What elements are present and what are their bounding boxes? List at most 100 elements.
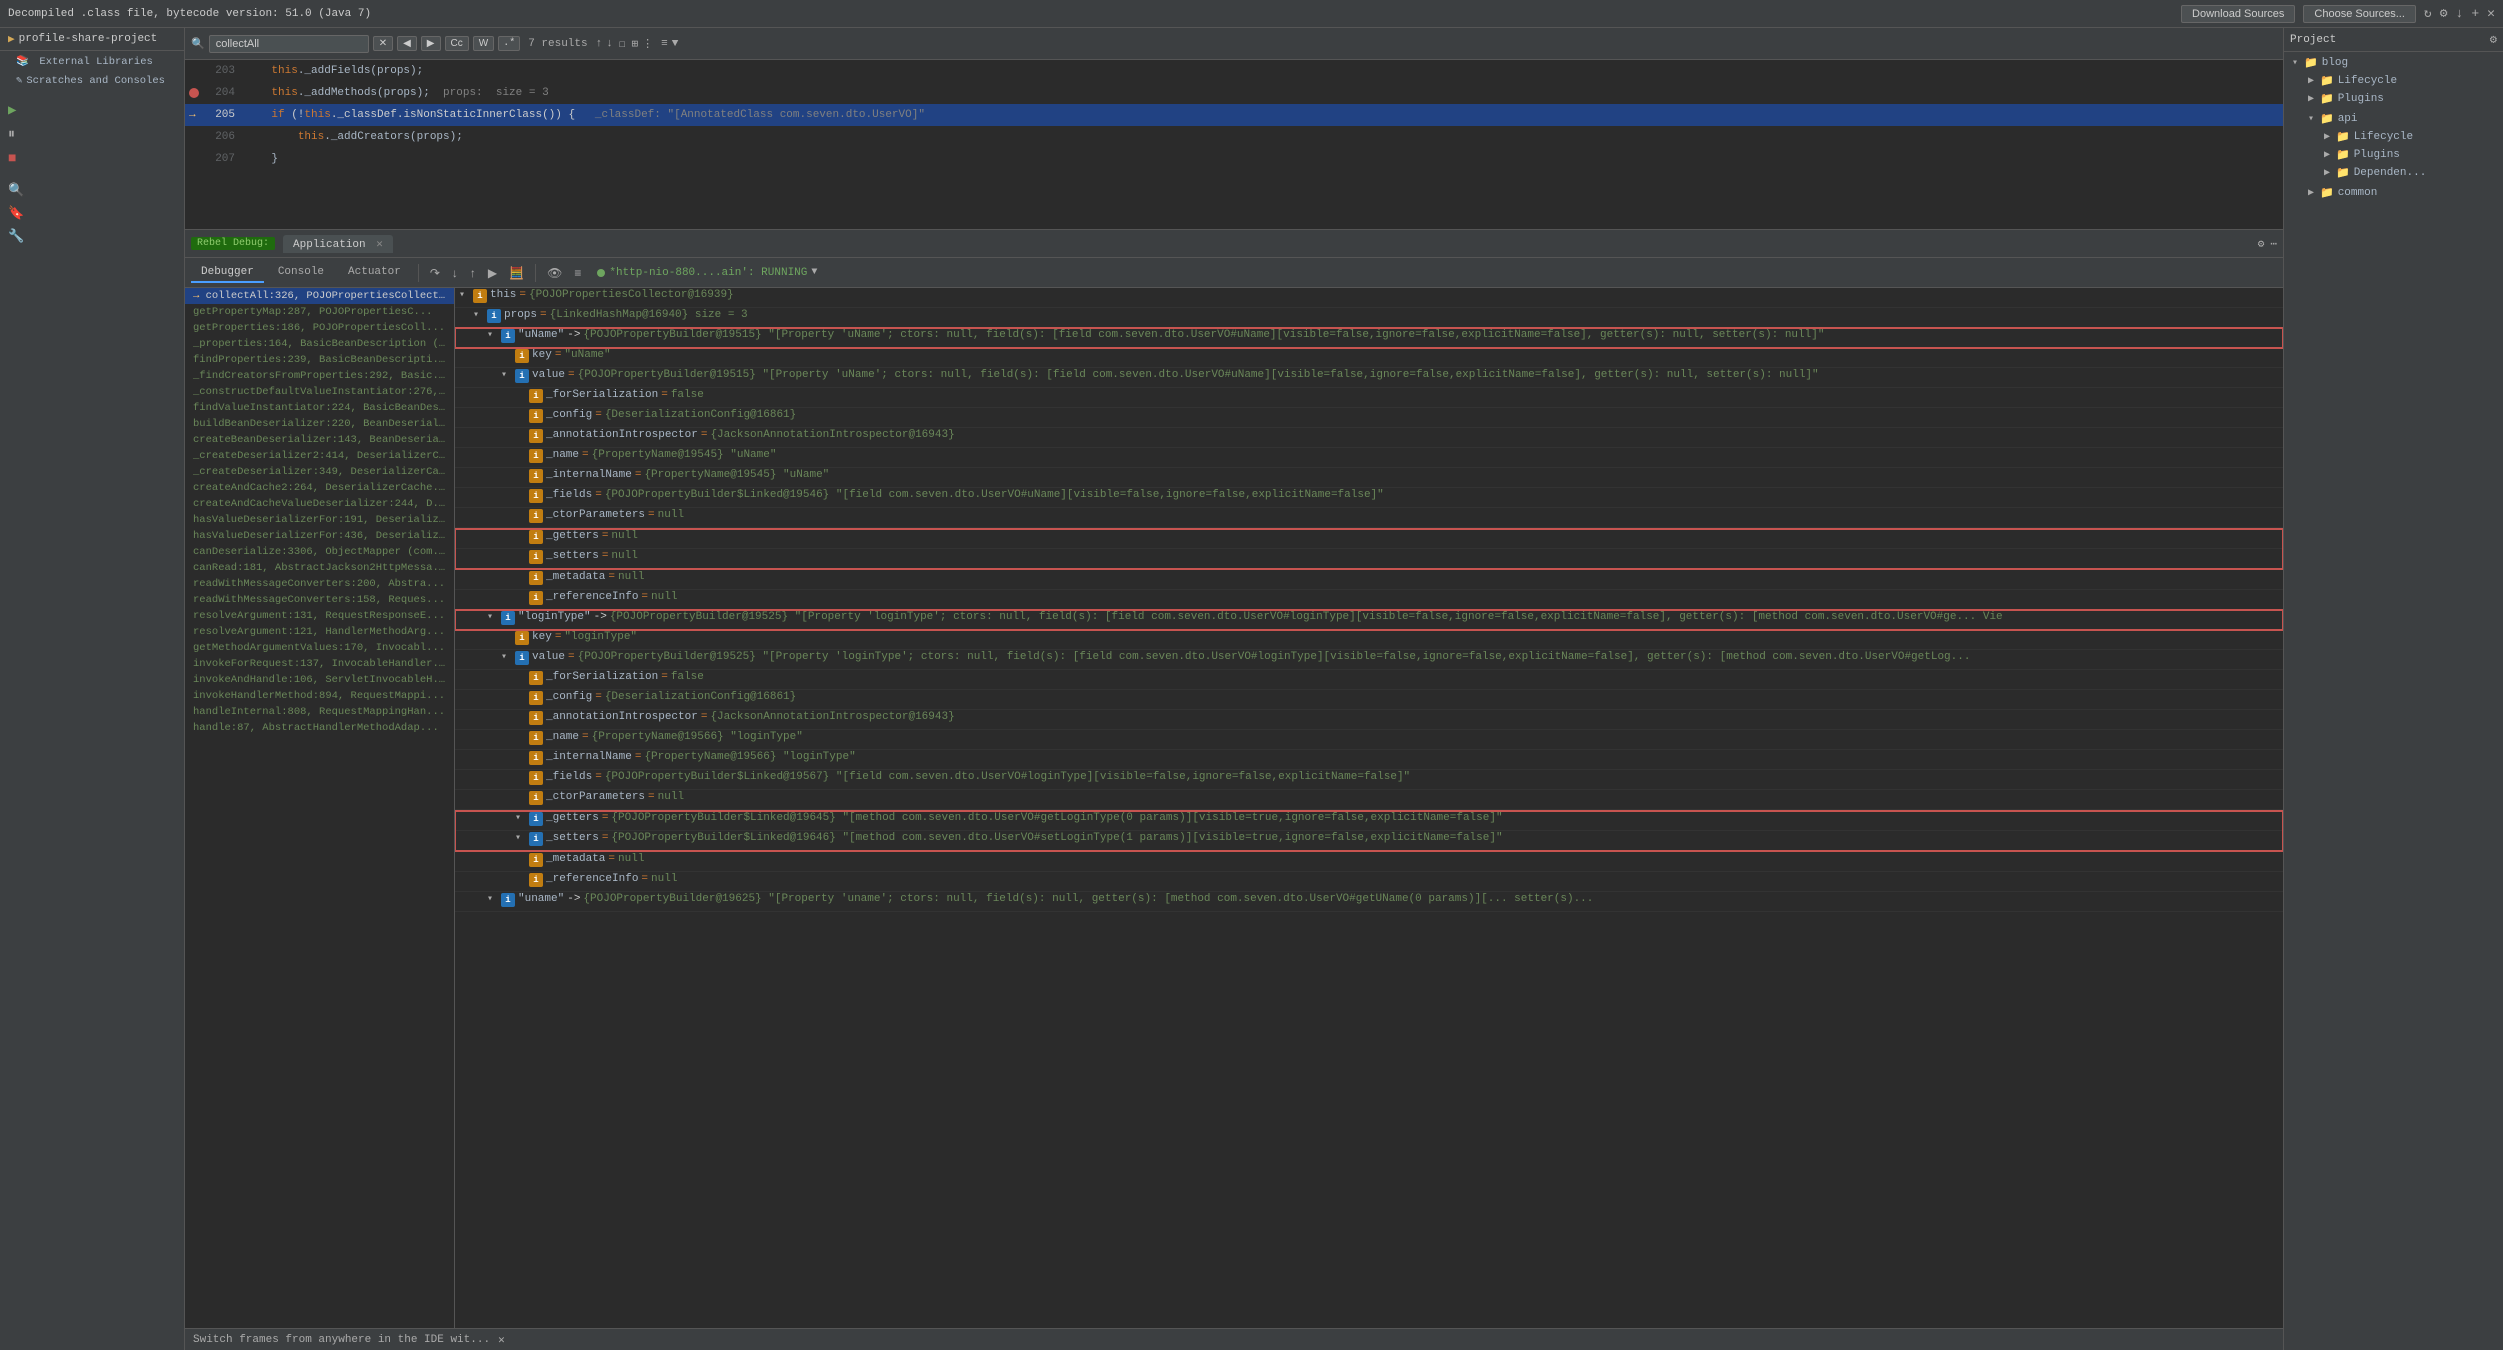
- frame-1[interactable]: getPropertyMap:287, POJOPropertiesC...: [185, 304, 454, 320]
- application-tab[interactable]: Application ✕: [283, 235, 393, 253]
- var-row-annotation2[interactable]: i _annotationIntrospector = {JacksonAnno…: [455, 710, 2283, 730]
- frame-27[interactable]: handle:87, AbstractHandlerMethodAdap...: [185, 720, 454, 736]
- frame-23[interactable]: invokeForRequest:137, InvocableHandler..…: [185, 656, 454, 672]
- filter-icon-run[interactable]: ▼: [811, 267, 817, 278]
- frame-21[interactable]: resolveArgument:121, HandlerMethodArg...: [185, 624, 454, 640]
- left-debug-icon-pause[interactable]: ⏸: [0, 123, 184, 147]
- var-row-logintype-val[interactable]: ▾ i value = {POJOPropertyBuilder@19525} …: [455, 650, 2283, 670]
- var-row-metadata[interactable]: i _metadata = null: [455, 570, 2283, 590]
- left-debug-icon-run[interactable]: ▶: [0, 98, 184, 123]
- expand-props[interactable]: ▾: [473, 309, 487, 321]
- var-row-uname[interactable]: ▾ i "uName" -> {POJOPropertyBuilder@1951…: [455, 328, 2283, 348]
- breakpoint-204[interactable]: [189, 88, 199, 98]
- app-tab-close[interactable]: ✕: [376, 239, 383, 251]
- var-row-referenceinfo[interactable]: i _referenceInfo = null: [455, 590, 2283, 610]
- frame-13[interactable]: createAndCacheValueDeserializer:244, D..…: [185, 496, 454, 512]
- var-row-props[interactable]: ▾ i props = {LinkedHashMap@16940} size =…: [455, 308, 2283, 328]
- frame-15[interactable]: hasValueDeserializerFor:436, Deserializ.…: [185, 528, 454, 544]
- var-row-this[interactable]: ▾ i this = {POJOPropertiesCollector@1693…: [455, 288, 2283, 308]
- more-options-icon[interactable]: ⋮: [642, 37, 653, 51]
- search-input[interactable]: [209, 35, 369, 53]
- filter-results-icon[interactable]: ▼: [672, 38, 679, 50]
- var-row-referenceinfo-logintype[interactable]: i _referenceInfo = null: [455, 872, 2283, 892]
- var-row-ctorparams-logintype[interactable]: i _ctorParameters = null: [455, 790, 2283, 810]
- highlight-toggle[interactable]: ☐: [619, 37, 626, 51]
- left-debug-icon-stop[interactable]: ■: [0, 147, 184, 171]
- frame-3[interactable]: _properties:164, BasicBeanDescription (.…: [185, 336, 454, 352]
- download-sources-button[interactable]: Download Sources: [2181, 5, 2295, 23]
- tree-blog[interactable]: ▾ 📁 blog ▶ 📁 Lifecycle ▶ 📁 Plugins ▾ 📁 a…: [2284, 52, 2503, 204]
- choose-sources-button[interactable]: Choose Sources...: [2303, 5, 2416, 23]
- var-row-internalname-logintype[interactable]: i _internalName = {PropertyName@19566} "…: [455, 750, 2283, 770]
- frame-11[interactable]: _createDeserializer:349, DeserializerCac…: [185, 464, 454, 480]
- download-icon[interactable]: ↓: [2456, 6, 2464, 21]
- expand-setters-logintype[interactable]: ▾: [515, 832, 529, 844]
- tree-row-dependencies[interactable]: ▶ 📁 Dependen...: [2284, 164, 2503, 182]
- tree-row-blog[interactable]: ▾ 📁 blog: [2284, 54, 2503, 72]
- step-into-button[interactable]: ↓: [448, 264, 462, 282]
- frame-17[interactable]: canRead:181, AbstractJackson2HttpMessa..…: [185, 560, 454, 576]
- var-row-config2[interactable]: i _config = {DeserializationConfig@16861…: [455, 690, 2283, 710]
- expand-uname2[interactable]: ▾: [487, 893, 501, 905]
- step-out-button[interactable]: ↑: [466, 264, 480, 282]
- tree-row-api[interactable]: ▾ 📁 api: [2284, 110, 2503, 128]
- heap-button[interactable]: ≡: [570, 264, 585, 282]
- bottom-close-icon[interactable]: ✕: [498, 1333, 505, 1347]
- var-row-config[interactable]: i _config = {DeserializationConfig@16861…: [455, 408, 2283, 428]
- expand-getters-logintype[interactable]: ▾: [515, 812, 529, 824]
- frame-26[interactable]: handleInternal:808, RequestMappingHan...: [185, 704, 454, 720]
- var-row-metadata-logintype[interactable]: i _metadata = null: [455, 852, 2283, 872]
- left-debug-icon-wrench[interactable]: 🔧: [0, 225, 184, 248]
- next-match-icon[interactable]: ↓: [606, 38, 613, 50]
- expand-uname-val[interactable]: ▾: [501, 369, 515, 381]
- var-row-ctorparams[interactable]: i _ctorParameters = null: [455, 508, 2283, 528]
- var-row-name-logintype[interactable]: i _name = {PropertyName@19566} "loginTyp…: [455, 730, 2283, 750]
- prev-result-button[interactable]: ◀: [397, 36, 417, 51]
- tab-debugger[interactable]: Debugger: [191, 263, 264, 283]
- frame-10[interactable]: _createDeserializer2:414, DeserializerCa…: [185, 448, 454, 464]
- frame-7[interactable]: findValueInstantiator:224, BasicBeanDes.…: [185, 400, 454, 416]
- tab-console[interactable]: Console: [268, 263, 334, 283]
- frame-5[interactable]: _findCreatorsFromProperties:292, Basic..…: [185, 368, 454, 384]
- var-row-logintype-key[interactable]: i key = "loginType": [455, 630, 2283, 650]
- var-row-uname2[interactable]: ▾ i "uname" -> {POJOPropertyBuilder@1962…: [455, 892, 2283, 912]
- var-row-name[interactable]: i _name = {PropertyName@19545} "uName": [455, 448, 2283, 468]
- watches-button[interactable]: 👁: [543, 264, 566, 282]
- search-mode-icon[interactable]: ≡: [661, 38, 668, 50]
- var-row-fields-logintype[interactable]: i _fields = {POJOPropertyBuilder$Linked@…: [455, 770, 2283, 790]
- frame-18[interactable]: readWithMessageConverters:200, Abstra...: [185, 576, 454, 592]
- next-result-button[interactable]: ▶: [421, 36, 441, 51]
- var-row-annotation[interactable]: i _annotationIntrospector = {JacksonAnno…: [455, 428, 2283, 448]
- tab-actuator[interactable]: Actuator: [338, 263, 411, 283]
- var-row-logintype[interactable]: ▾ i "loginType" -> {POJOPropertyBuilder@…: [455, 610, 2283, 630]
- tree-row-api-lifecycle[interactable]: ▶ 📁 Lifecycle: [2284, 128, 2503, 146]
- right-sidebar-gear[interactable]: ⚙: [2490, 32, 2497, 47]
- resume-button[interactable]: ▶: [484, 264, 501, 282]
- frame-6[interactable]: _constructDefaultValueInstantiator:276,.…: [185, 384, 454, 400]
- frame-12[interactable]: createAndCache2:264, DeserializerCache..…: [185, 480, 454, 496]
- tree-row-common[interactable]: ▶ 📁 common: [2284, 184, 2503, 202]
- search-option-cc[interactable]: Cc: [445, 36, 469, 51]
- var-row-getters[interactable]: i _getters = null: [455, 529, 2283, 549]
- search-option-w[interactable]: W: [473, 36, 494, 51]
- var-row-forserialization2[interactable]: i _forSerialization = false: [455, 670, 2283, 690]
- close-search-button[interactable]: ✕: [373, 36, 393, 51]
- expand-this[interactable]: ▾: [459, 289, 473, 301]
- filter-icon[interactable]: ⊞: [631, 37, 638, 51]
- var-row-uname-key[interactable]: i key = "uName": [455, 348, 2283, 368]
- var-row-setters[interactable]: i _setters = null: [455, 549, 2283, 569]
- sidebar-item-external-libraries[interactable]: 📚 External Libraries: [0, 51, 184, 71]
- frame-0[interactable]: → collectAll:326, POJOPropertiesCollecto…: [185, 288, 454, 304]
- refresh-icon[interactable]: ↻: [2424, 6, 2432, 21]
- prev-match-icon[interactable]: ↑: [596, 38, 603, 50]
- frame-24[interactable]: invokeAndHandle:106, ServletInvocableH..…: [185, 672, 454, 688]
- add-icon[interactable]: +: [2471, 6, 2479, 21]
- frame-20[interactable]: resolveArgument:131, RequestResponseE...: [185, 608, 454, 624]
- frame-25[interactable]: invokeHandlerMethod:894, RequestMappi...: [185, 688, 454, 704]
- tree-row-api-plugins[interactable]: ▶ 📁 Plugins: [2284, 146, 2503, 164]
- search-option-regex[interactable]: .*: [498, 36, 520, 51]
- frame-8[interactable]: buildBeanDeserializer:220, BeanDeserial.…: [185, 416, 454, 432]
- settings-icon[interactable]: ⚙: [2440, 6, 2448, 21]
- more-debug-icon[interactable]: ⋯: [2270, 237, 2277, 251]
- expand-logintype[interactable]: ▾: [487, 611, 501, 623]
